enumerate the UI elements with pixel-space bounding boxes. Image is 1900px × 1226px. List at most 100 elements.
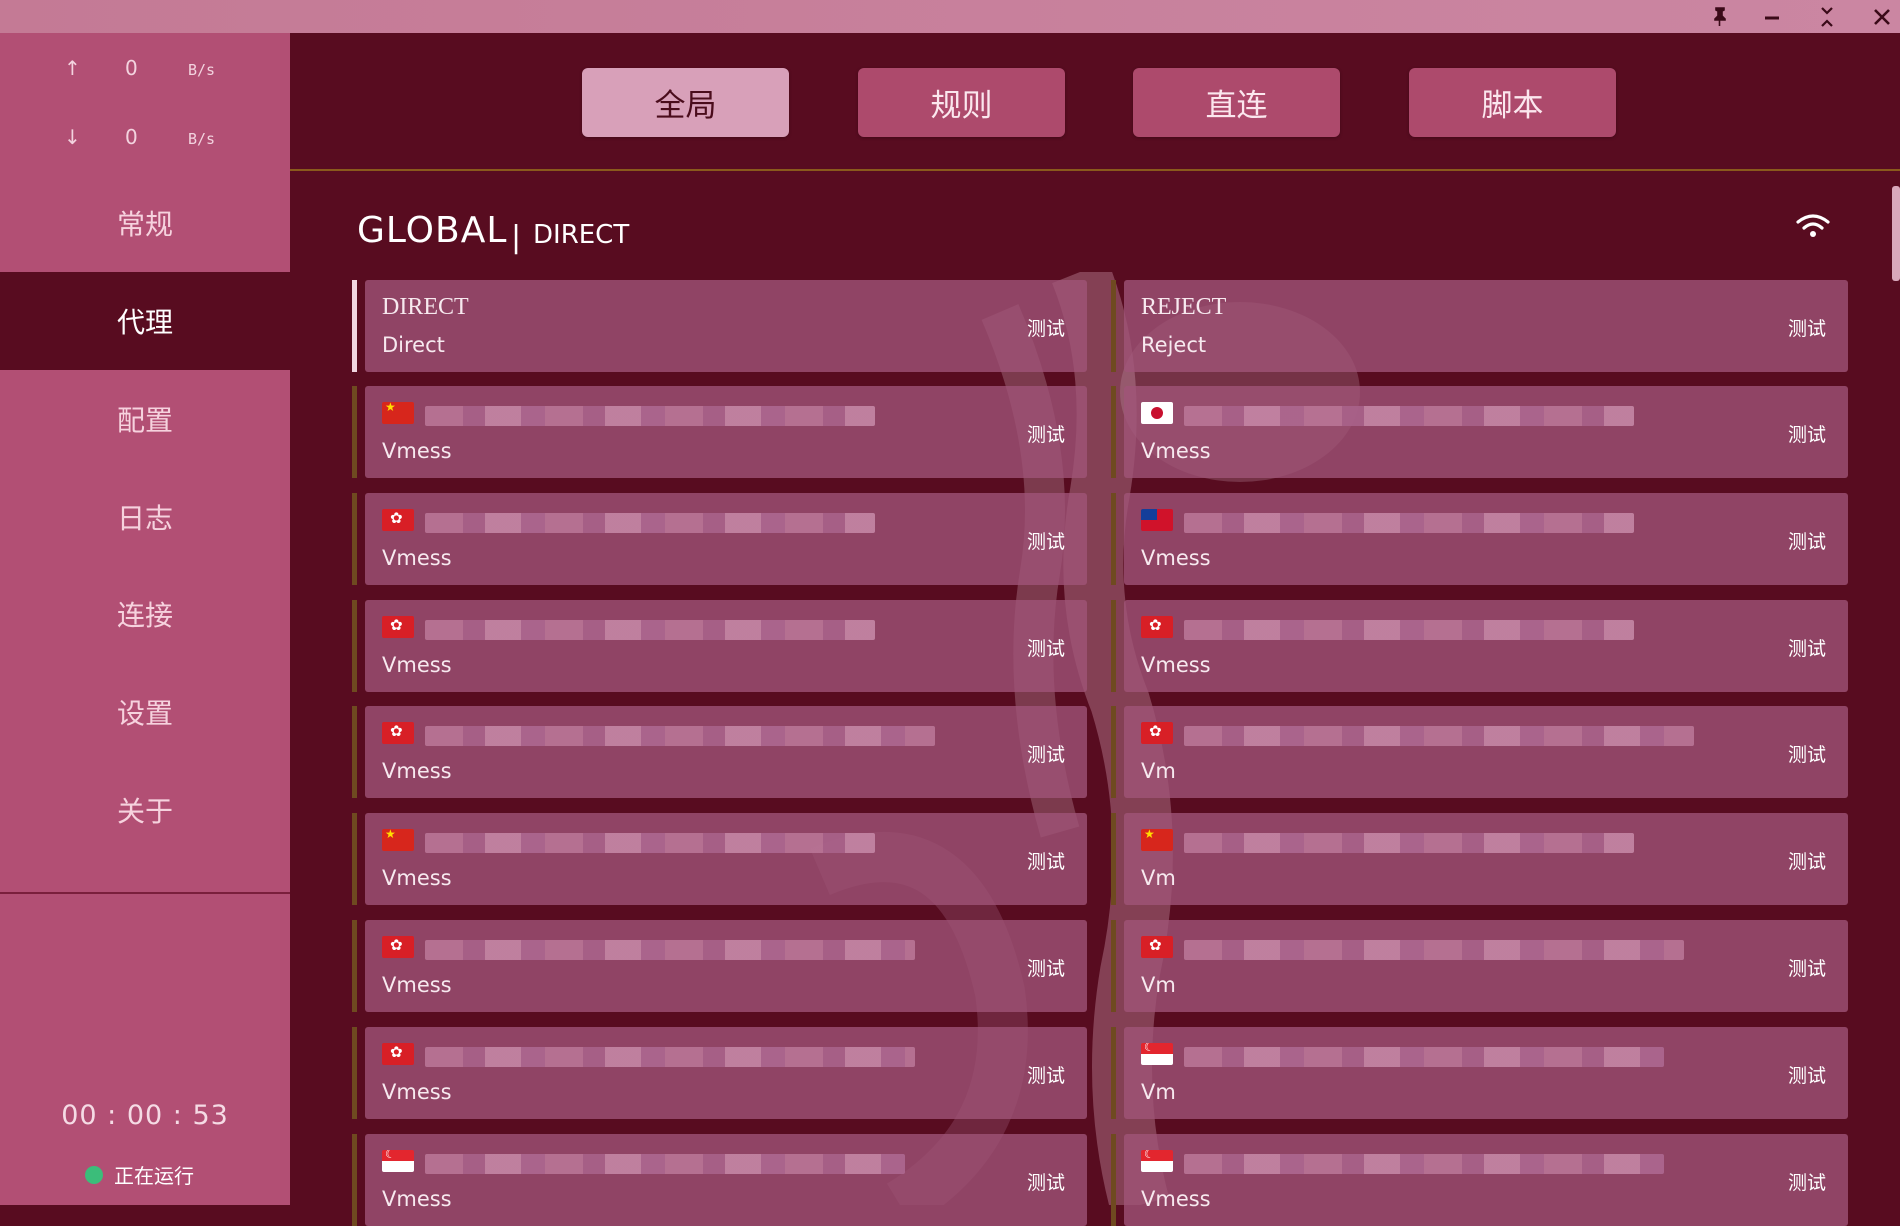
hong-kong-flag-icon	[382, 1043, 414, 1065]
china-flag-icon	[382, 402, 414, 424]
hong-kong-flag-icon	[382, 616, 414, 638]
singapore-flag-icon	[1141, 1150, 1173, 1172]
sidebar-item-logs[interactable]: 日志	[0, 468, 290, 566]
group-title: GLOBAL	[357, 210, 508, 251]
status-label: 正在运行	[114, 1164, 194, 1188]
selected-indicator	[352, 280, 357, 372]
proxy-card[interactable]: Vm 测试	[1111, 1027, 1848, 1119]
proxy-card[interactable]: Vm 测试	[1111, 920, 1848, 1012]
proxy-card[interactable]: Vmess 测试	[352, 493, 1087, 585]
test-button[interactable]: 测试	[1027, 420, 1065, 447]
mode-direct-button[interactable]: 直连	[1133, 68, 1340, 137]
upload-arrow-icon: ↑	[64, 56, 81, 80]
proxy-name: REJECT	[1141, 294, 1227, 320]
card-indicator	[352, 920, 357, 1012]
pin-icon[interactable]	[1700, 0, 1740, 33]
restore-icon[interactable]	[1807, 0, 1847, 33]
card-indicator	[1111, 920, 1116, 1012]
test-button[interactable]: 测试	[1027, 634, 1065, 661]
test-button[interactable]: 测试	[1788, 634, 1826, 661]
proxy-card[interactable]: Vmess 测试	[352, 1134, 1087, 1226]
proxy-type: Vmess	[382, 653, 452, 677]
redacted-proxy-name	[1184, 833, 1634, 853]
sidebar-divider	[0, 892, 290, 894]
proxy-card[interactable]: Vmess 测试	[352, 920, 1087, 1012]
test-button[interactable]: 测试	[1788, 527, 1826, 554]
sidebar-item-proxy[interactable]: 代理	[0, 272, 290, 370]
card-indicator	[352, 813, 357, 905]
singapore-flag-icon	[382, 1150, 414, 1172]
proxy-type: Vm	[1141, 759, 1176, 783]
taiwan-flag-icon	[1141, 509, 1173, 531]
hong-kong-flag-icon	[1141, 616, 1173, 638]
test-button[interactable]: 测试	[1027, 740, 1065, 767]
card-indicator	[1111, 1027, 1116, 1119]
redacted-proxy-name	[425, 406, 875, 426]
test-button[interactable]: 测试	[1027, 847, 1065, 874]
sidebar: ↑ 0 B/s ↓ 0 B/s 常规 代理 配置 日志 连接 设置 关于 00 …	[0, 33, 290, 1205]
test-button[interactable]: 测试	[1788, 847, 1826, 874]
test-button[interactable]: 测试	[1788, 420, 1826, 447]
card-indicator	[352, 386, 357, 478]
proxy-card[interactable]: Vm 测试	[1111, 706, 1848, 798]
proxy-card[interactable]: Vmess 测试	[352, 1027, 1087, 1119]
proxy-card[interactable]: Vmess 测试	[352, 386, 1087, 478]
proxy-type: Vmess	[1141, 439, 1211, 463]
hong-kong-flag-icon	[1141, 936, 1173, 958]
redacted-proxy-name	[425, 620, 875, 640]
hong-kong-flag-icon	[1141, 722, 1173, 744]
proxy-type: Vmess	[1141, 546, 1211, 570]
test-button[interactable]: 测试	[1027, 954, 1065, 981]
sidebar-item-settings[interactable]: 设置	[0, 663, 290, 761]
wifi-icon[interactable]	[1795, 212, 1831, 242]
sidebar-item-connections[interactable]: 连接	[0, 565, 290, 663]
test-button[interactable]: 测试	[1027, 527, 1065, 554]
proxy-type: Vmess	[382, 1080, 452, 1104]
card-indicator	[1111, 600, 1116, 692]
card-indicator	[1111, 813, 1116, 905]
upload-unit: B/s	[188, 61, 216, 79]
proxy-card[interactable]: Vmess 测试	[352, 706, 1087, 798]
proxy-card[interactable]: Vm 测试	[1111, 813, 1848, 905]
proxy-card[interactable]: Vmess 测试	[352, 600, 1087, 692]
proxy-type: Vm	[1141, 1080, 1176, 1104]
proxy-card[interactable]: Vmess 测试	[1111, 1134, 1848, 1226]
proxy-type: Vmess	[382, 866, 452, 890]
test-button[interactable]: 测试	[1788, 1168, 1826, 1195]
close-icon[interactable]	[1862, 0, 1900, 33]
upload-speed: ↑ 0 B/s	[0, 56, 290, 86]
test-button[interactable]: 测试	[1027, 1168, 1065, 1195]
test-button[interactable]: 测试	[1788, 314, 1826, 341]
sidebar-item-profiles[interactable]: 配置	[0, 370, 290, 468]
test-button[interactable]: 测试	[1788, 954, 1826, 981]
proxy-card-direct[interactable]: DIRECT Direct 测试	[352, 280, 1087, 372]
test-button[interactable]: 测试	[1788, 1061, 1826, 1088]
test-button[interactable]: 测试	[1027, 314, 1065, 341]
mode-global-button[interactable]: 全局	[582, 68, 789, 137]
mode-script-button[interactable]: 脚本	[1409, 68, 1616, 137]
minimize-icon[interactable]	[1752, 0, 1792, 33]
proxy-type: Vmess	[382, 759, 452, 783]
mode-rule-button[interactable]: 规则	[858, 68, 1065, 137]
test-button[interactable]: 测试	[1027, 1061, 1065, 1088]
proxy-card[interactable]: Vmess 测试	[1111, 386, 1848, 478]
china-flag-icon	[382, 829, 414, 851]
scrollbar-thumb[interactable]	[1892, 186, 1900, 281]
download-value: 0	[125, 125, 138, 149]
redacted-proxy-name	[425, 726, 935, 746]
card-indicator	[352, 1027, 357, 1119]
sidebar-item-general[interactable]: 常规	[0, 174, 290, 272]
proxy-card[interactable]: Vmess 测试	[1111, 600, 1848, 692]
redacted-proxy-name	[1184, 940, 1684, 960]
proxy-card[interactable]: Vmess 测试	[1111, 493, 1848, 585]
card-indicator	[1111, 706, 1116, 798]
proxy-card-reject[interactable]: REJECT Reject 测试	[1111, 280, 1848, 372]
redacted-proxy-name	[425, 1047, 915, 1067]
test-button[interactable]: 测试	[1788, 740, 1826, 767]
sidebar-item-about[interactable]: 关于	[0, 761, 290, 859]
proxy-type: Vmess	[1141, 1187, 1211, 1211]
proxy-type: Vm	[1141, 973, 1176, 997]
redacted-proxy-name	[425, 513, 875, 533]
proxy-card[interactable]: Vmess 测试	[352, 813, 1087, 905]
group-selected: DIRECT	[533, 220, 630, 250]
